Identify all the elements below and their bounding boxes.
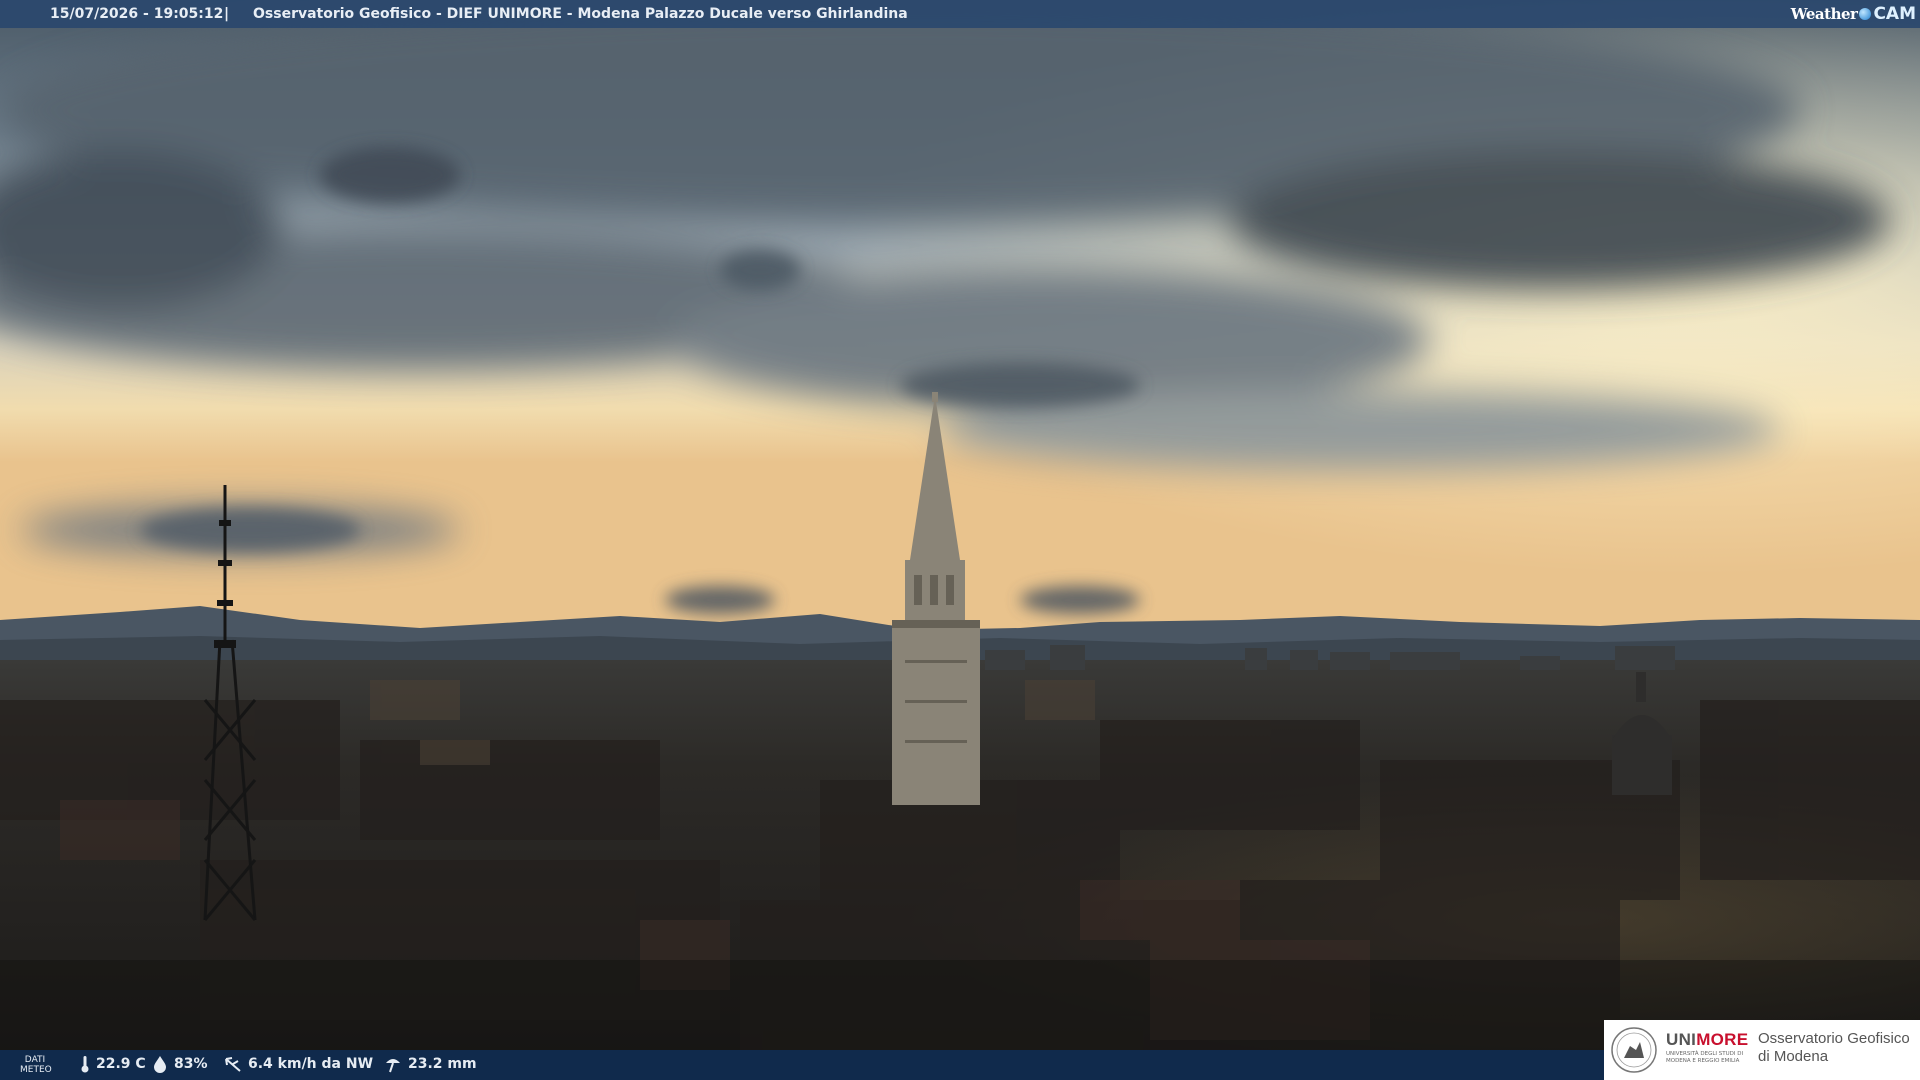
humidity-reading: 83% bbox=[152, 1055, 208, 1073]
temperature-value: 22.9 C bbox=[96, 1056, 146, 1072]
rain-gauge-icon bbox=[386, 1059, 400, 1073]
timestamp: 15/07/2026 - 19:05:12 bbox=[50, 6, 224, 22]
observatory-name: Osservatorio Geofisico di Modena bbox=[1758, 1030, 1910, 1066]
rain-value: 23.2 mm bbox=[408, 1056, 477, 1072]
weathercam-logo-cam: CAM bbox=[1873, 4, 1916, 24]
unimore-wordmark-uni: UNI bbox=[1666, 1030, 1697, 1049]
weather-data-bar: DATI METEO 22.9 C 83% 6.4 km/h da NW 23.… bbox=[0, 1050, 1604, 1080]
header-separator: | bbox=[224, 6, 230, 22]
rain-reading: 23.2 mm bbox=[384, 1055, 477, 1073]
header-bar: 15/07/2026 - 19:05:12 | Osservatorio Geo… bbox=[0, 0, 1920, 28]
university-seal-icon bbox=[1611, 1027, 1657, 1073]
weathercam-globe-icon bbox=[1859, 8, 1872, 20]
weather-data-label: DATI METEO bbox=[20, 1055, 52, 1075]
unimore-wordmark: UNIMORE bbox=[1666, 1030, 1748, 1050]
temperature-reading: 22.9 C bbox=[80, 1055, 146, 1073]
weathercam-logo-text: Weather bbox=[1790, 5, 1858, 23]
unimore-wordmark-more: MORE bbox=[1696, 1030, 1749, 1049]
wind-value: 6.4 km/h da NW bbox=[248, 1056, 374, 1072]
unimore-subtitle: UNIVERSITÀ DEGLI STUDI DI MODENA E REGGI… bbox=[1666, 1051, 1744, 1064]
weathercam-logo: Weather CAM bbox=[1791, 3, 1916, 25]
unimore-logo-panel: UNIMORE UNIVERSITÀ DEGLI STUDI DI MODENA… bbox=[1604, 1020, 1920, 1080]
wind-icon bbox=[225, 1057, 241, 1072]
observatory-name-line1: Osservatorio Geofisico bbox=[1758, 1030, 1910, 1047]
droplet-icon bbox=[154, 1056, 166, 1073]
webcam-image bbox=[0, 0, 1920, 1080]
camera-title: Osservatorio Geofisico - DIEF UNIMORE - … bbox=[253, 6, 908, 22]
thermometer-icon bbox=[81, 1056, 89, 1073]
observatory-name-line2: di Modena bbox=[1758, 1048, 1829, 1065]
wind-reading: 6.4 km/h da NW bbox=[224, 1055, 373, 1073]
humidity-value: 83% bbox=[174, 1056, 208, 1072]
